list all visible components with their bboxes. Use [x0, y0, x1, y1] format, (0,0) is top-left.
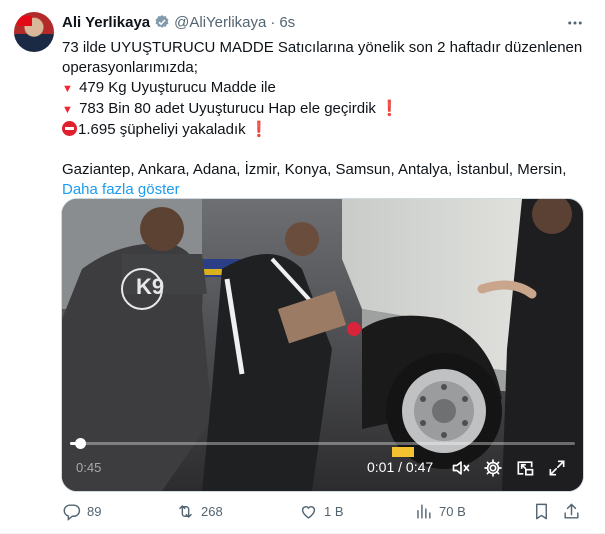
- settings-gear-icon[interactable]: [483, 458, 503, 478]
- text-line: 1.695 şüpheliyi yakaladık ❗: [62, 120, 582, 140]
- author-handle[interactable]: @AliYerlikaya: [174, 14, 266, 31]
- tweet-header: Ali Yerlikaya @AliYerlikaya · 6s: [62, 12, 295, 32]
- no-entry-icon: [62, 121, 77, 136]
- red-triangle-icon: ▼: [62, 83, 73, 95]
- reply-count: 89: [87, 503, 102, 519]
- text-line: operasyonlarımızda;: [62, 59, 198, 76]
- exclamation-icon: ❗: [380, 100, 399, 117]
- exclamation-icon: ❗: [249, 121, 269, 138]
- text-line: ▼ 479 Kg Uyuşturucu Madde ile: [62, 79, 276, 96]
- retweet-count: 268: [201, 503, 223, 519]
- picture-in-picture-icon[interactable]: [515, 458, 535, 478]
- author-name[interactable]: Ali Yerlikaya: [62, 14, 150, 31]
- red-triangle-icon: ▼: [62, 104, 73, 116]
- bookmark-button[interactable]: [532, 500, 557, 522]
- video-progress-bar[interactable]: [70, 438, 575, 449]
- timestamp[interactable]: 6s: [279, 14, 295, 31]
- views-icon: [417, 503, 431, 519]
- tweet-text: 73 ilde UYUŞTURUCU MADDE Satıcılarına yö…: [62, 38, 582, 200]
- bookmark-icon: [536, 503, 547, 519]
- shirt-text: K9: [136, 274, 164, 299]
- avatar[interactable]: [14, 12, 54, 52]
- more-options-icon[interactable]: [566, 14, 584, 32]
- mute-icon[interactable]: [451, 458, 471, 478]
- flag-icon: [18, 16, 32, 26]
- like-count: 1 B: [324, 503, 344, 519]
- views-button[interactable]: 70 B: [414, 500, 466, 522]
- reply-button[interactable]: 89: [62, 500, 101, 522]
- retweet-button[interactable]: 268: [176, 500, 223, 522]
- retweet-icon: [179, 504, 192, 518]
- views-count: 70 B: [439, 503, 466, 519]
- action-bar: 89 268 1 B 70 B: [62, 500, 587, 522]
- fullscreen-icon[interactable]: [547, 458, 567, 478]
- video-timestamp: 0:01 / 0:47: [367, 459, 434, 475]
- share-icon: [564, 503, 579, 519]
- share-button[interactable]: [562, 500, 587, 522]
- reply-icon: [63, 503, 81, 521]
- tweet[interactable]: Ali Yerlikaya @AliYerlikaya · 6s 73 ilde…: [0, 0, 605, 534]
- like-button[interactable]: 1 B: [299, 500, 344, 522]
- text-line: Gaziantep, Ankara, Adana, İzmir, Konya, …: [62, 161, 567, 178]
- text-line: ▼ 783 Bin 80 adet Uyuşturucu Hap ele geç…: [62, 100, 399, 117]
- video-frame: K9: [62, 199, 583, 491]
- video-player[interactable]: K9 0:45 0:01 / 0:47: [61, 198, 584, 492]
- show-more-link[interactable]: Daha fazla göster: [62, 180, 582, 200]
- video-overlay-time: 0:45: [76, 460, 102, 475]
- text-line: 73 ilde UYUŞTURUCU MADDE Satıcılarına yö…: [62, 39, 583, 56]
- separator: ·: [270, 13, 276, 31]
- text-line: [62, 140, 582, 160]
- heart-icon: [301, 505, 316, 519]
- verified-badge-icon: [155, 15, 169, 28]
